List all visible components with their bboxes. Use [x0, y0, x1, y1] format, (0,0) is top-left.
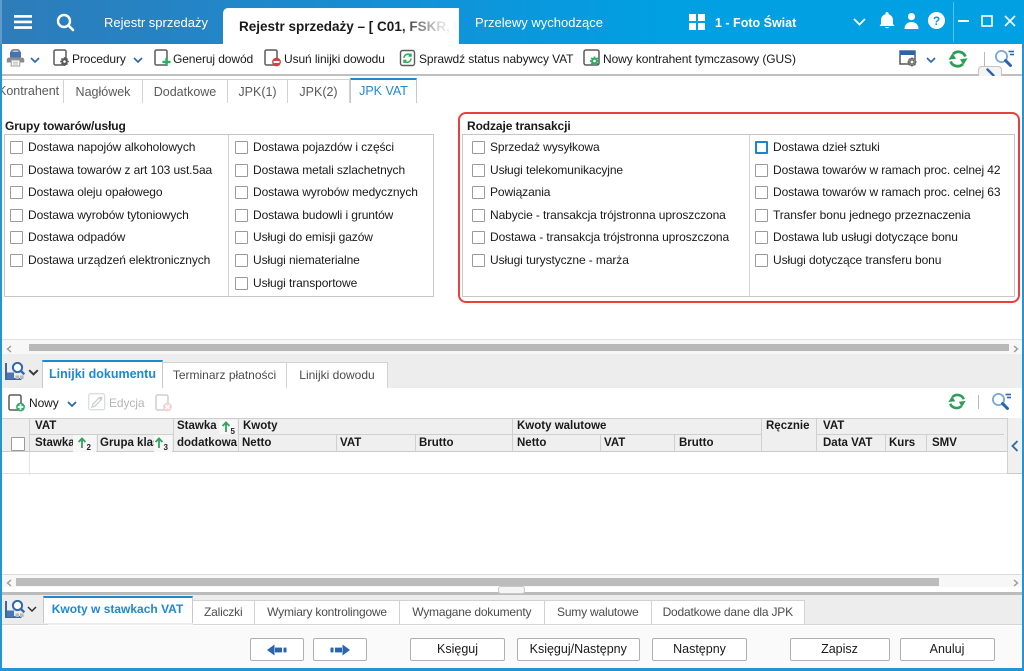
- svg-text:3: 3: [164, 443, 169, 451]
- svg-text:5: 5: [230, 427, 235, 435]
- svg-text:2: 2: [87, 443, 92, 451]
- svg-text:?: ?: [933, 14, 940, 28]
